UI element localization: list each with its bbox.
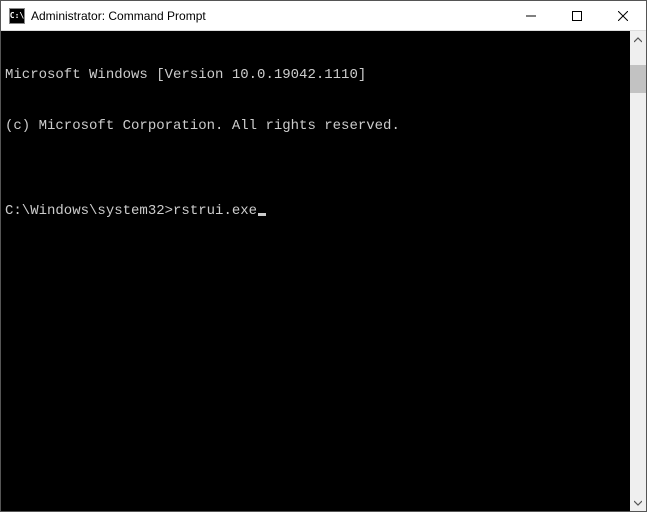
window-title: Administrator: Command Prompt	[31, 9, 508, 23]
scroll-up-button[interactable]	[630, 31, 646, 48]
window-controls	[508, 1, 646, 30]
close-button[interactable]	[600, 1, 646, 30]
cmd-icon: C:\	[9, 8, 25, 24]
maximize-icon	[572, 11, 582, 21]
copyright-line: (c) Microsoft Corporation. All rights re…	[5, 118, 626, 135]
command-prompt-window: C:\ Administrator: Command Prompt Micros…	[0, 0, 647, 512]
prompt-text: C:\Windows\system32>	[5, 203, 173, 220]
prompt-line: C:\Windows\system32>rstrui.exe	[5, 203, 626, 220]
command-input[interactable]: rstrui.exe	[173, 203, 257, 220]
version-line: Microsoft Windows [Version 10.0.19042.11…	[5, 67, 626, 84]
close-icon	[618, 11, 628, 21]
chevron-up-icon	[634, 36, 642, 44]
minimize-icon	[526, 11, 536, 21]
terminal[interactable]: Microsoft Windows [Version 10.0.19042.11…	[1, 31, 630, 511]
scroll-track[interactable]	[630, 48, 646, 494]
terminal-area: Microsoft Windows [Version 10.0.19042.11…	[1, 31, 646, 511]
chevron-down-icon	[634, 499, 642, 507]
minimize-button[interactable]	[508, 1, 554, 30]
titlebar[interactable]: C:\ Administrator: Command Prompt	[1, 1, 646, 31]
scroll-thumb[interactable]	[630, 65, 646, 93]
scrollbar[interactable]	[630, 31, 646, 511]
scroll-down-button[interactable]	[630, 494, 646, 511]
maximize-button[interactable]	[554, 1, 600, 30]
cursor	[258, 213, 266, 216]
